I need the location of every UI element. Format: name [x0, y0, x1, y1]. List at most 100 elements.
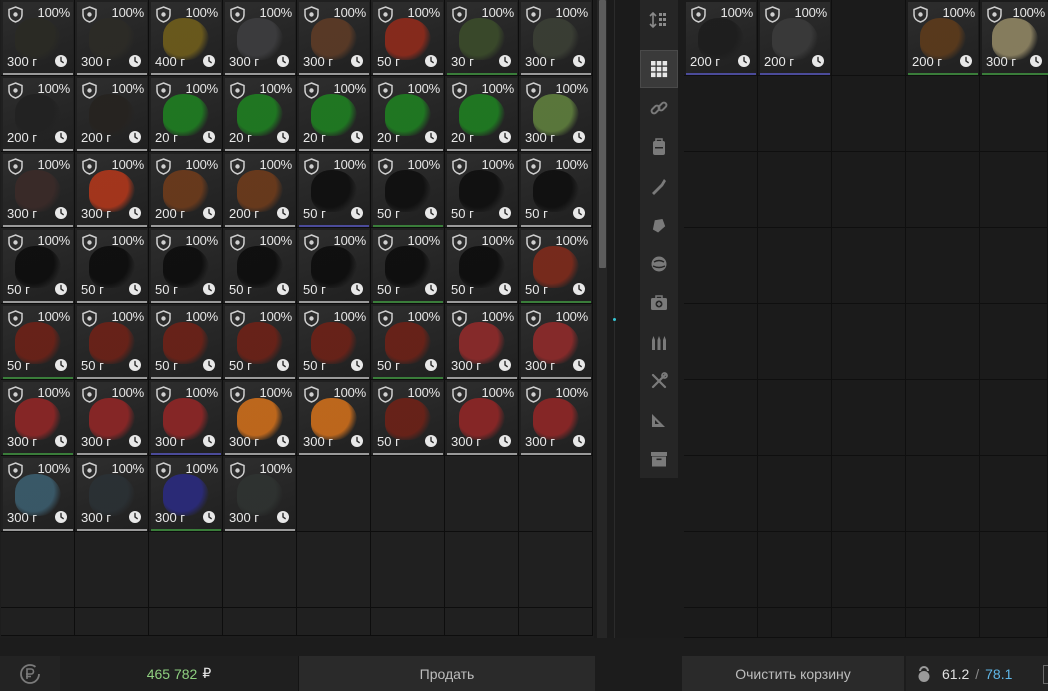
inventory-item[interactable]: 100% 300 г: [299, 2, 369, 75]
sell-button[interactable]: Продать: [298, 656, 595, 691]
inventory-item[interactable]: 100% 300 г: [447, 382, 517, 455]
inventory-item[interactable]: 100% 300 г: [447, 306, 517, 379]
inventory-item[interactable]: 100% 300 г: [299, 382, 369, 455]
inventory-item[interactable]: 100% 50 г: [373, 230, 443, 303]
basket-slot[interactable]: [758, 608, 832, 638]
inventory-item[interactable]: 100% 200 г: [3, 78, 73, 151]
refresh-button[interactable]: [0, 656, 61, 691]
inventory-item[interactable]: 100% 300 г: [521, 306, 591, 379]
basket-slot[interactable]: [906, 380, 980, 456]
basket-slot[interactable]: [758, 152, 832, 228]
basket-slot[interactable]: [684, 304, 758, 380]
category-backpacks[interactable]: [640, 128, 678, 166]
inventory-item[interactable]: 100% 50 г: [521, 154, 591, 227]
inventory-slot[interactable]: [297, 532, 371, 608]
clear-basket-button[interactable]: Очистить корзину: [682, 656, 904, 691]
inventory-item[interactable]: 100% 50 г: [299, 230, 369, 303]
basket-slot[interactable]: [832, 0, 906, 76]
basket-slot[interactable]: [832, 76, 906, 152]
inventory-item[interactable]: 100% 300 г: [3, 458, 73, 531]
basket-slot[interactable]: [906, 152, 980, 228]
inventory-item[interactable]: 100% 20 г: [447, 78, 517, 151]
inventory-item[interactable]: 100% 50 г: [373, 382, 443, 455]
category-drawings[interactable]: [640, 401, 678, 439]
inventory-item[interactable]: 100% 50 г: [373, 154, 443, 227]
basket-slot[interactable]: [758, 304, 832, 380]
basket-item[interactable]: 100% 200 г: [686, 2, 756, 75]
inventory-slot[interactable]: [371, 532, 445, 608]
category-tools[interactable]: [640, 362, 678, 400]
inventory-item[interactable]: 100% 300 г: [521, 382, 591, 455]
inventory-item[interactable]: 100% 200 г: [151, 154, 221, 227]
inventory-item[interactable]: 100% 300 г: [77, 458, 147, 531]
inventory-item[interactable]: 100% 50 г: [225, 230, 295, 303]
inventory-slot[interactable]: [1, 532, 75, 608]
inventory-slot[interactable]: [445, 608, 519, 636]
inventory-item[interactable]: 100% 50 г: [373, 306, 443, 379]
category-links[interactable]: [640, 89, 678, 127]
basket-slot[interactable]: [832, 608, 906, 638]
inventory-slot[interactable]: [445, 532, 519, 608]
inventory-item[interactable]: 100% 300 г: [225, 458, 295, 531]
inventory-item[interactable]: 100% 300 г: [521, 2, 591, 75]
basket-slot[interactable]: [906, 304, 980, 380]
inventory-item[interactable]: 100% 20 г: [373, 78, 443, 151]
inventory-item[interactable]: 100% 50 г: [3, 306, 73, 379]
inventory-item[interactable]: 100% 50 г: [151, 306, 221, 379]
inventory-slot[interactable]: [75, 608, 149, 636]
inventory-item[interactable]: 100% 50 г: [373, 2, 443, 75]
inventory-item[interactable]: 100% 50 г: [299, 306, 369, 379]
inventory-item[interactable]: 100% 50 г: [225, 306, 295, 379]
inventory-slot[interactable]: [75, 532, 149, 608]
basket-slot[interactable]: [758, 532, 832, 608]
basket-slot[interactable]: [684, 532, 758, 608]
inventory-slot[interactable]: [149, 532, 223, 608]
inventory-item[interactable]: 100% 20 г: [151, 78, 221, 151]
category-weapons[interactable]: [640, 167, 678, 205]
inventory-slot[interactable]: [371, 456, 445, 532]
basket-slot[interactable]: [832, 304, 906, 380]
basket-item[interactable]: 100% 200 г: [908, 2, 978, 75]
basket-slot[interactable]: [832, 152, 906, 228]
inventory-item[interactable]: 100% 50 г: [3, 230, 73, 303]
inventory-slot[interactable]: [297, 608, 371, 636]
basket-slot[interactable]: [832, 228, 906, 304]
basket-slot[interactable]: [906, 228, 980, 304]
inventory-slot[interactable]: [297, 456, 371, 532]
basket-slot[interactable]: [980, 228, 1048, 304]
basket-slot[interactable]: [980, 532, 1048, 608]
inventory-item[interactable]: 100% 50 г: [447, 230, 517, 303]
basket-slot[interactable]: [684, 380, 758, 456]
sort-button[interactable]: [640, 1, 678, 39]
basket-slot[interactable]: [832, 380, 906, 456]
basket-slot[interactable]: [980, 152, 1048, 228]
category-all[interactable]: [640, 50, 678, 88]
basket-slot[interactable]: [684, 76, 758, 152]
inventory-item[interactable]: 100% 50 г: [151, 230, 221, 303]
inventory-slot[interactable]: [519, 532, 593, 608]
basket-slot[interactable]: [684, 456, 758, 532]
inventory-item[interactable]: 100% 200 г: [77, 78, 147, 151]
inventory-item[interactable]: 100% 300 г: [225, 2, 295, 75]
basket-item[interactable]: 100% 300 г: [982, 2, 1048, 75]
inventory-item[interactable]: 100% 30 г: [447, 2, 517, 75]
inventory-item[interactable]: 100% 50 г: [77, 230, 147, 303]
category-armor[interactable]: [640, 206, 678, 244]
basket-item[interactable]: 100% 200 г: [760, 2, 830, 75]
inventory-item[interactable]: 100% 300 г: [3, 2, 73, 75]
basket-slot[interactable]: [906, 456, 980, 532]
inventory-item[interactable]: 100% 200 г: [225, 154, 295, 227]
inventory-slot[interactable]: [1, 608, 75, 636]
basket-slot[interactable]: [980, 380, 1048, 456]
inventory-scrollbar-thumb[interactable]: [599, 0, 606, 268]
inventory-slot[interactable]: [149, 608, 223, 636]
basket-slot[interactable]: [832, 456, 906, 532]
basket-slot[interactable]: [684, 152, 758, 228]
basket-slot[interactable]: [980, 456, 1048, 532]
basket-slot[interactable]: [758, 380, 832, 456]
inventory-item[interactable]: 100% 300 г: [225, 382, 295, 455]
divider-handle[interactable]: [613, 318, 616, 321]
inventory-item[interactable]: 100% 20 г: [225, 78, 295, 151]
inventory-slot[interactable]: [371, 608, 445, 636]
basket-slot[interactable]: [980, 608, 1048, 638]
